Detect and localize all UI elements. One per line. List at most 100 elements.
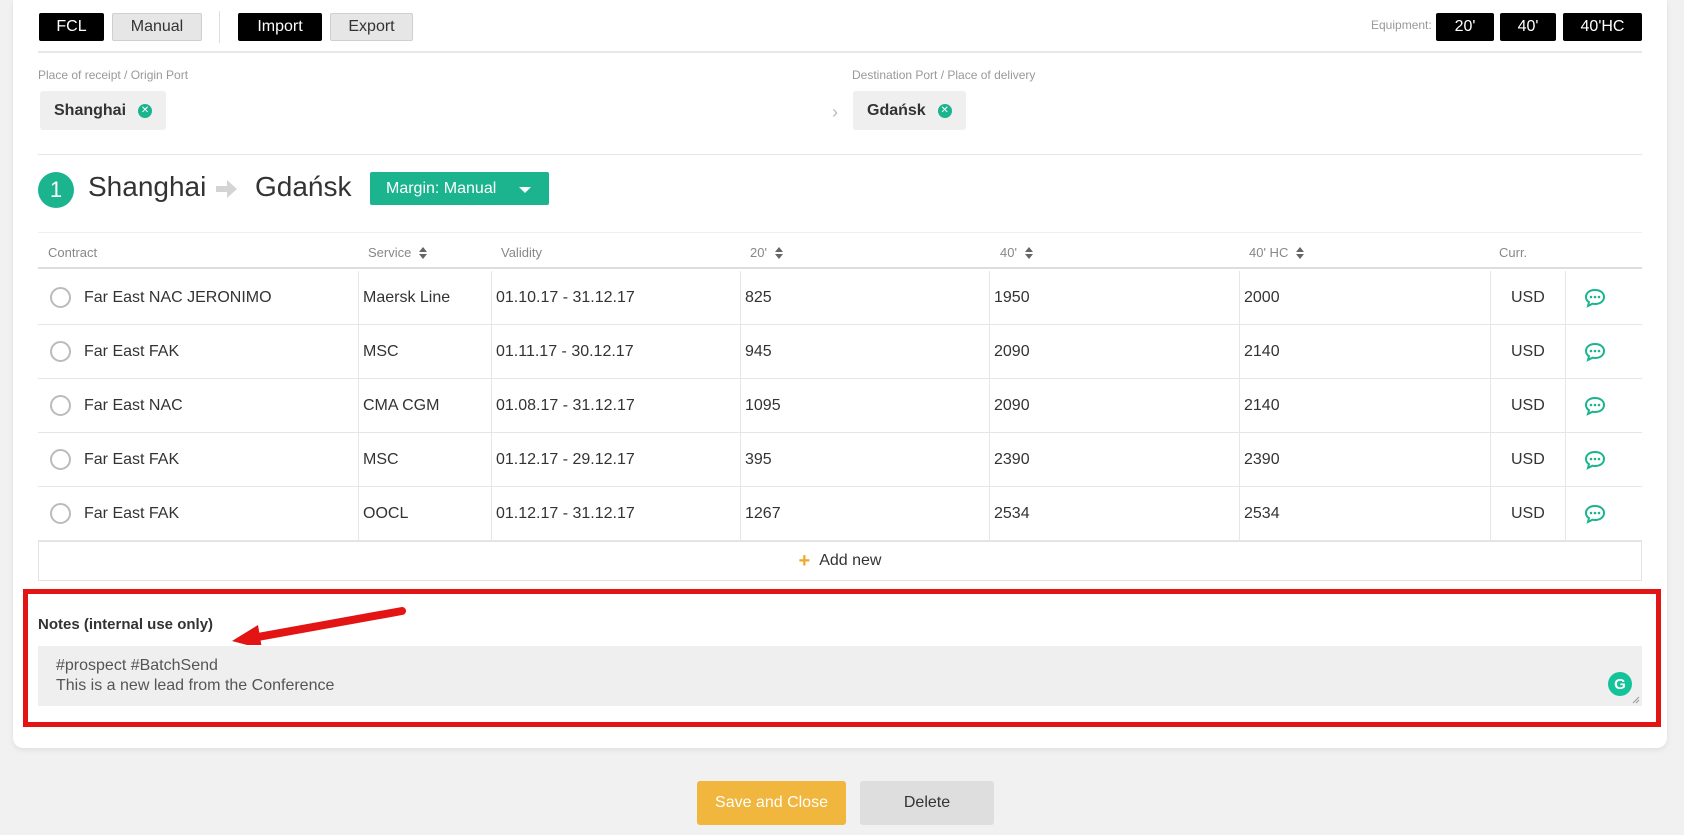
cell-20: 1267 xyxy=(740,487,781,540)
col-validity: Validity xyxy=(501,245,542,260)
cell-actions xyxy=(1565,487,1566,540)
col-currency: Curr. xyxy=(1499,245,1528,260)
rates-table-header: Contract Service Validity 20' 40' 40' HC… xyxy=(38,243,1642,269)
equipment-40hc-button[interactable]: 40'HC xyxy=(1563,13,1642,41)
origin-port-chip[interactable]: Shanghai ✕ xyxy=(40,91,167,130)
cell-actions xyxy=(1565,271,1566,324)
cell-20: 825 xyxy=(740,271,772,324)
cell-contract: Far East FAK xyxy=(84,342,180,360)
equipment-20-button[interactable]: 20' xyxy=(1436,13,1494,41)
row-select-radio[interactable] xyxy=(50,287,71,308)
origin-port-value: Shanghai xyxy=(54,101,127,119)
cell-40hc: 2140 xyxy=(1239,325,1280,378)
cell-contract: Far East NAC JERONIMO xyxy=(84,288,272,306)
notes-label: Notes (internal use only) xyxy=(38,616,214,633)
table-row[interactable]: Far East FAK MSC 01.11.17 - 30.12.17 945 209… xyxy=(38,325,1642,379)
table-row[interactable]: Far East FAK OOCL 01.12.17 - 31.12.17 1267 2… xyxy=(38,487,1642,541)
destination-port-label: Destination Port / Place of delivery xyxy=(852,68,1036,82)
route-step-badge: 1 xyxy=(38,172,74,208)
cell-actions xyxy=(1565,379,1566,432)
delete-button[interactable]: Delete xyxy=(860,781,994,825)
remove-destination-icon[interactable]: ✕ xyxy=(937,103,952,118)
cell-validity: 01.12.17 - 29.12.17 xyxy=(491,433,635,486)
cell-contract: Far East NAC xyxy=(84,396,183,414)
margin-dropdown[interactable]: Margin: Manual xyxy=(370,172,549,205)
row-select-radio[interactable] xyxy=(50,503,71,524)
cell-40hc: 2140 xyxy=(1239,379,1280,432)
cell-currency: USD xyxy=(1490,379,1545,432)
cell-20: 395 xyxy=(740,433,772,486)
cell-40hc: 2534 xyxy=(1239,487,1280,540)
import-toggle[interactable]: Import xyxy=(238,13,322,41)
caret-down-icon xyxy=(519,187,531,193)
cell-validity: 01.12.17 - 31.12.17 xyxy=(491,487,635,540)
cell-40: 2390 xyxy=(989,433,1030,486)
remove-origin-icon[interactable]: ✕ xyxy=(138,103,153,118)
cell-actions xyxy=(1565,325,1566,378)
comment-icon[interactable] xyxy=(1584,504,1606,524)
cell-currency: USD xyxy=(1490,271,1545,324)
cell-service: MSC xyxy=(358,433,399,486)
cell-40: 2534 xyxy=(989,487,1030,540)
cell-40hc: 2000 xyxy=(1239,271,1280,324)
grammarly-icon[interactable]: G xyxy=(1608,672,1632,696)
destination-port-value: Gdańsk xyxy=(867,101,926,119)
add-new-button[interactable]: + Add new xyxy=(38,541,1642,581)
origin-port-label: Place of receipt / Origin Port xyxy=(38,68,189,82)
cell-20: 945 xyxy=(740,325,772,378)
comment-icon[interactable] xyxy=(1584,450,1606,470)
cell-service: OOCL xyxy=(358,487,408,540)
save-and-close-button[interactable]: Save and Close xyxy=(697,781,846,825)
equipment-label: Equipment: xyxy=(1371,18,1432,32)
table-row[interactable]: Far East NAC CMA CGM 01.08.17 - 31.12.17 10… xyxy=(38,379,1642,433)
destination-port-chip[interactable]: Gdańsk ✕ xyxy=(853,91,966,130)
col-40hc[interactable]: 40' HC xyxy=(1249,245,1305,260)
cell-validity: 01.11.17 - 30.12.17 xyxy=(491,325,634,378)
row-select-radio[interactable] xyxy=(50,341,71,362)
add-new-label: Add new xyxy=(819,552,882,569)
toolbar-rule xyxy=(38,51,1642,53)
margin-dropdown-label: Margin: Manual xyxy=(386,179,497,197)
cell-service: MSC xyxy=(358,325,399,378)
export-toggle[interactable]: Export xyxy=(330,13,413,41)
cell-actions xyxy=(1565,433,1566,486)
table-row[interactable]: Far East NAC JERONIMO Maersk Line 01.10.17… xyxy=(38,271,1642,325)
fcl-toggle[interactable]: FCL xyxy=(39,13,104,41)
comment-icon[interactable] xyxy=(1584,342,1606,362)
resize-handle-icon[interactable] xyxy=(1632,696,1640,704)
cell-currency: USD xyxy=(1490,325,1545,378)
table-row[interactable]: Far East FAK MSC 01.12.17 - 29.12.17 395 239… xyxy=(38,433,1642,487)
sort-icon[interactable] xyxy=(774,246,783,259)
arrow-right-icon xyxy=(216,180,237,198)
heading-rule xyxy=(38,232,1642,233)
col-contract: Contract xyxy=(48,245,98,260)
comment-icon[interactable] xyxy=(1584,288,1606,308)
sort-icon[interactable] xyxy=(1296,246,1305,259)
cell-40: 1950 xyxy=(989,271,1030,324)
ports-rule xyxy=(38,154,1642,155)
cell-40hc: 2390 xyxy=(1239,433,1280,486)
notes-textarea[interactable]: #prospect #BatchSend This is a new lead … xyxy=(38,646,1642,706)
sort-icon[interactable] xyxy=(1024,246,1033,259)
comment-icon[interactable] xyxy=(1584,396,1606,416)
col-40[interactable]: 40' xyxy=(1000,245,1033,260)
sort-icon[interactable] xyxy=(419,246,428,259)
chevron-right-icon: › xyxy=(832,102,838,122)
cell-service: Maersk Line xyxy=(358,271,450,324)
cell-validity: 01.08.17 - 31.12.17 xyxy=(491,379,635,432)
row-select-radio[interactable] xyxy=(50,395,71,416)
cell-40: 2090 xyxy=(989,325,1030,378)
equipment-40-button[interactable]: 40' xyxy=(1500,13,1556,41)
toolbar-divider xyxy=(219,11,220,43)
plus-icon: + xyxy=(798,549,811,572)
cell-service: CMA CGM xyxy=(358,379,439,432)
route-origin: Shanghai xyxy=(88,171,207,202)
manual-toggle[interactable]: Manual xyxy=(112,13,202,41)
col-service[interactable]: Service xyxy=(368,245,428,260)
row-select-radio[interactable] xyxy=(50,449,71,470)
col-20[interactable]: 20' xyxy=(750,245,783,260)
cell-contract: Far East FAK xyxy=(84,450,180,468)
cell-currency: USD xyxy=(1490,487,1545,540)
cell-validity: 01.10.17 - 31.12.17 xyxy=(491,271,635,324)
route-destination: Gdańsk xyxy=(255,171,352,202)
